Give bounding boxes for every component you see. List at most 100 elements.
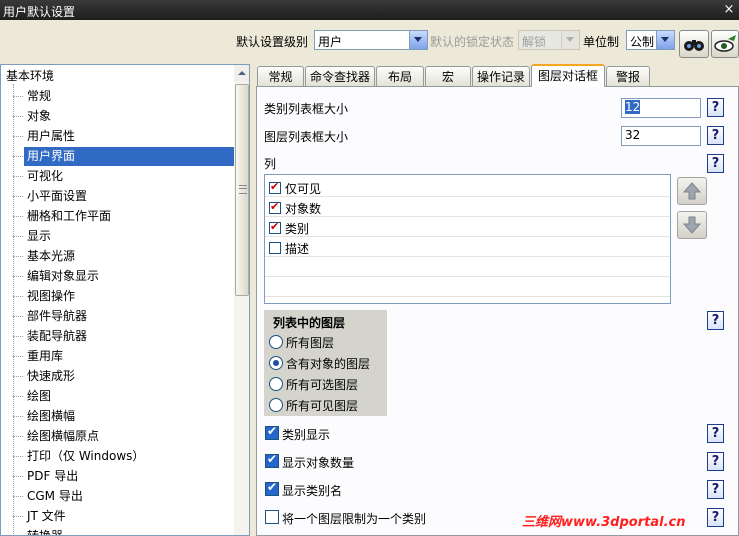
close-icon[interactable]: × xyxy=(721,2,737,18)
tree-item[interactable]: 转换器 xyxy=(27,527,63,535)
category-list-size-input[interactable]: 12 xyxy=(621,98,701,118)
column-label: 描述 xyxy=(285,242,310,256)
level-select-value: 用户 xyxy=(318,35,343,49)
arrow-up-icon xyxy=(682,182,702,200)
tree-connector xyxy=(13,336,23,337)
list-item[interactable]: 仅可见 xyxy=(265,177,670,197)
column-checkbox[interactable] xyxy=(269,180,281,194)
tree-item[interactable]: 常规 xyxy=(27,87,51,106)
tree-item[interactable]: 显示 xyxy=(27,227,51,246)
help-icon[interactable]: ? xyxy=(707,154,724,173)
tree-item[interactable]: JT 文件 xyxy=(27,507,66,526)
layer-list-size-input[interactable]: 32 xyxy=(621,126,701,146)
list-item xyxy=(265,277,670,297)
tree-item[interactable]: 绘图 xyxy=(27,387,51,406)
column-checkbox[interactable] xyxy=(269,200,281,214)
category-display-checkbox[interactable] xyxy=(265,424,279,440)
tab-macro[interactable]: 宏 xyxy=(425,66,471,86)
tab-layout[interactable]: 布局 xyxy=(376,66,424,86)
tab-general[interactable]: 常规 xyxy=(257,66,304,86)
tree-item[interactable]: 部件导航器 xyxy=(27,307,87,326)
move-down-button[interactable] xyxy=(677,211,707,239)
column-label: 仅可见 xyxy=(285,182,322,196)
column-checkbox[interactable] xyxy=(269,220,281,234)
tree-item[interactable]: 重用库 xyxy=(27,347,63,366)
unit-select[interactable]: 公制 xyxy=(626,30,675,50)
show-object-count-label: 显示对象数量 xyxy=(282,456,355,470)
column-label: 对象数 xyxy=(285,202,322,216)
tree-connector xyxy=(13,216,23,217)
columns-list[interactable]: 仅可见 对象数 类别 描述 xyxy=(264,174,671,304)
tree-item[interactable]: 可视化 xyxy=(27,167,63,186)
tree-item[interactable]: 基本光源 xyxy=(27,247,75,266)
lock-select: 解锁 xyxy=(518,30,580,50)
tab-layer-dialog[interactable]: 图层对话框 xyxy=(531,64,605,87)
tree-connector xyxy=(13,416,23,417)
tree-item[interactable]: 用户界面 xyxy=(24,147,234,166)
tree-item[interactable]: 装配导航器 xyxy=(27,327,87,346)
category-tree[interactable]: 基本环境 常规 对象 用户属性 用户界面 可视化 小平面设置 栅格和工作平面 显示 基本光源 编辑… xyxy=(0,64,250,536)
layer-list-size-label: 图层列表框大小 xyxy=(264,130,349,144)
help-icon[interactable]: ? xyxy=(707,311,724,330)
move-up-button[interactable] xyxy=(677,177,707,205)
tree-connector xyxy=(13,176,23,177)
help-icon[interactable]: ? xyxy=(707,452,724,471)
radio-all-layers[interactable] xyxy=(269,335,283,349)
tree-item[interactable]: 栅格和工作平面 xyxy=(27,207,111,226)
level-label: 默认设置级别 xyxy=(236,35,309,49)
tree-item[interactable]: 编辑对象显示 xyxy=(27,267,99,286)
chevron-down-icon[interactable] xyxy=(656,31,674,49)
limit-layer-category-checkbox[interactable] xyxy=(265,510,279,524)
help-icon[interactable]: ? xyxy=(707,126,724,145)
list-item[interactable]: 描述 xyxy=(265,237,670,257)
tab-alerts[interactable]: 警报 xyxy=(606,66,650,86)
radio-label: 所有可选图层 xyxy=(286,378,359,392)
tree-item[interactable]: 对象 xyxy=(27,107,51,126)
tab-operation-log[interactable]: 操作记录 xyxy=(472,66,530,86)
tree-item[interactable]: CGM 导出 xyxy=(27,487,83,506)
help-icon[interactable]: ? xyxy=(707,98,724,117)
limit-layer-category-label: 将一个图层限制为一个类别 xyxy=(282,512,427,526)
tree-connector xyxy=(13,196,23,197)
level-select[interactable]: 用户 xyxy=(314,30,428,50)
tree-item[interactable]: 绘图横幅 xyxy=(27,407,75,426)
column-checkbox[interactable] xyxy=(269,242,281,254)
radio-selectable-layers[interactable] xyxy=(269,377,283,391)
scroll-thumb[interactable] xyxy=(235,84,249,296)
radio-layers-with-objects[interactable] xyxy=(269,356,283,370)
view-icon xyxy=(714,35,736,52)
layers-in-list-group: 列表中的图层 所有图层 含有对象的图层 所有可选图层 所有可见图层 xyxy=(264,310,387,416)
show-object-count-checkbox[interactable] xyxy=(265,452,279,468)
category-list-size-label: 类别列表框大小 xyxy=(264,102,349,116)
group-title: 列表中的图层 xyxy=(273,316,346,330)
tree-item[interactable]: 用户属性 xyxy=(27,127,75,146)
tree-connector xyxy=(13,156,23,157)
radio-label: 含有对象的图层 xyxy=(286,357,371,371)
tree-item[interactable]: 小平面设置 xyxy=(27,187,87,206)
chevron-down-icon[interactable] xyxy=(409,31,427,49)
tree-item[interactable]: PDF 导出 xyxy=(27,467,78,486)
tree-item[interactable]: 打印（仅 Windows） xyxy=(27,447,144,466)
view-button[interactable] xyxy=(711,30,739,58)
tree-connector xyxy=(13,496,23,497)
scroll-up-icon[interactable] xyxy=(234,65,249,82)
help-icon[interactable]: ? xyxy=(707,508,724,527)
tree-connector xyxy=(13,436,23,437)
radio-visible-layers[interactable] xyxy=(269,398,283,412)
list-item[interactable]: 对象数 xyxy=(265,197,670,217)
list-item[interactable]: 类别 xyxy=(265,217,670,237)
tree-item[interactable]: 视图操作 xyxy=(27,287,75,306)
tree-scrollbar[interactable] xyxy=(234,65,249,535)
tab-command-finder[interactable]: 命令查找器 xyxy=(305,66,375,86)
help-icon[interactable]: ? xyxy=(707,480,724,499)
tree-item[interactable]: 绘图横幅原点 xyxy=(27,427,99,446)
help-icon[interactable]: ? xyxy=(707,424,724,443)
watermark: 三维网www.3dportal.cn xyxy=(522,515,686,530)
tree-item[interactable]: 快速成形 xyxy=(27,367,75,386)
window-title: 用户默认设置 xyxy=(3,5,76,19)
tree-connector xyxy=(13,116,23,117)
find-button[interactable] xyxy=(679,30,709,58)
lock-label: 默认的锁定状态 xyxy=(430,35,515,49)
show-category-name-checkbox[interactable] xyxy=(265,480,279,496)
radio-label: 所有图层 xyxy=(286,336,335,350)
